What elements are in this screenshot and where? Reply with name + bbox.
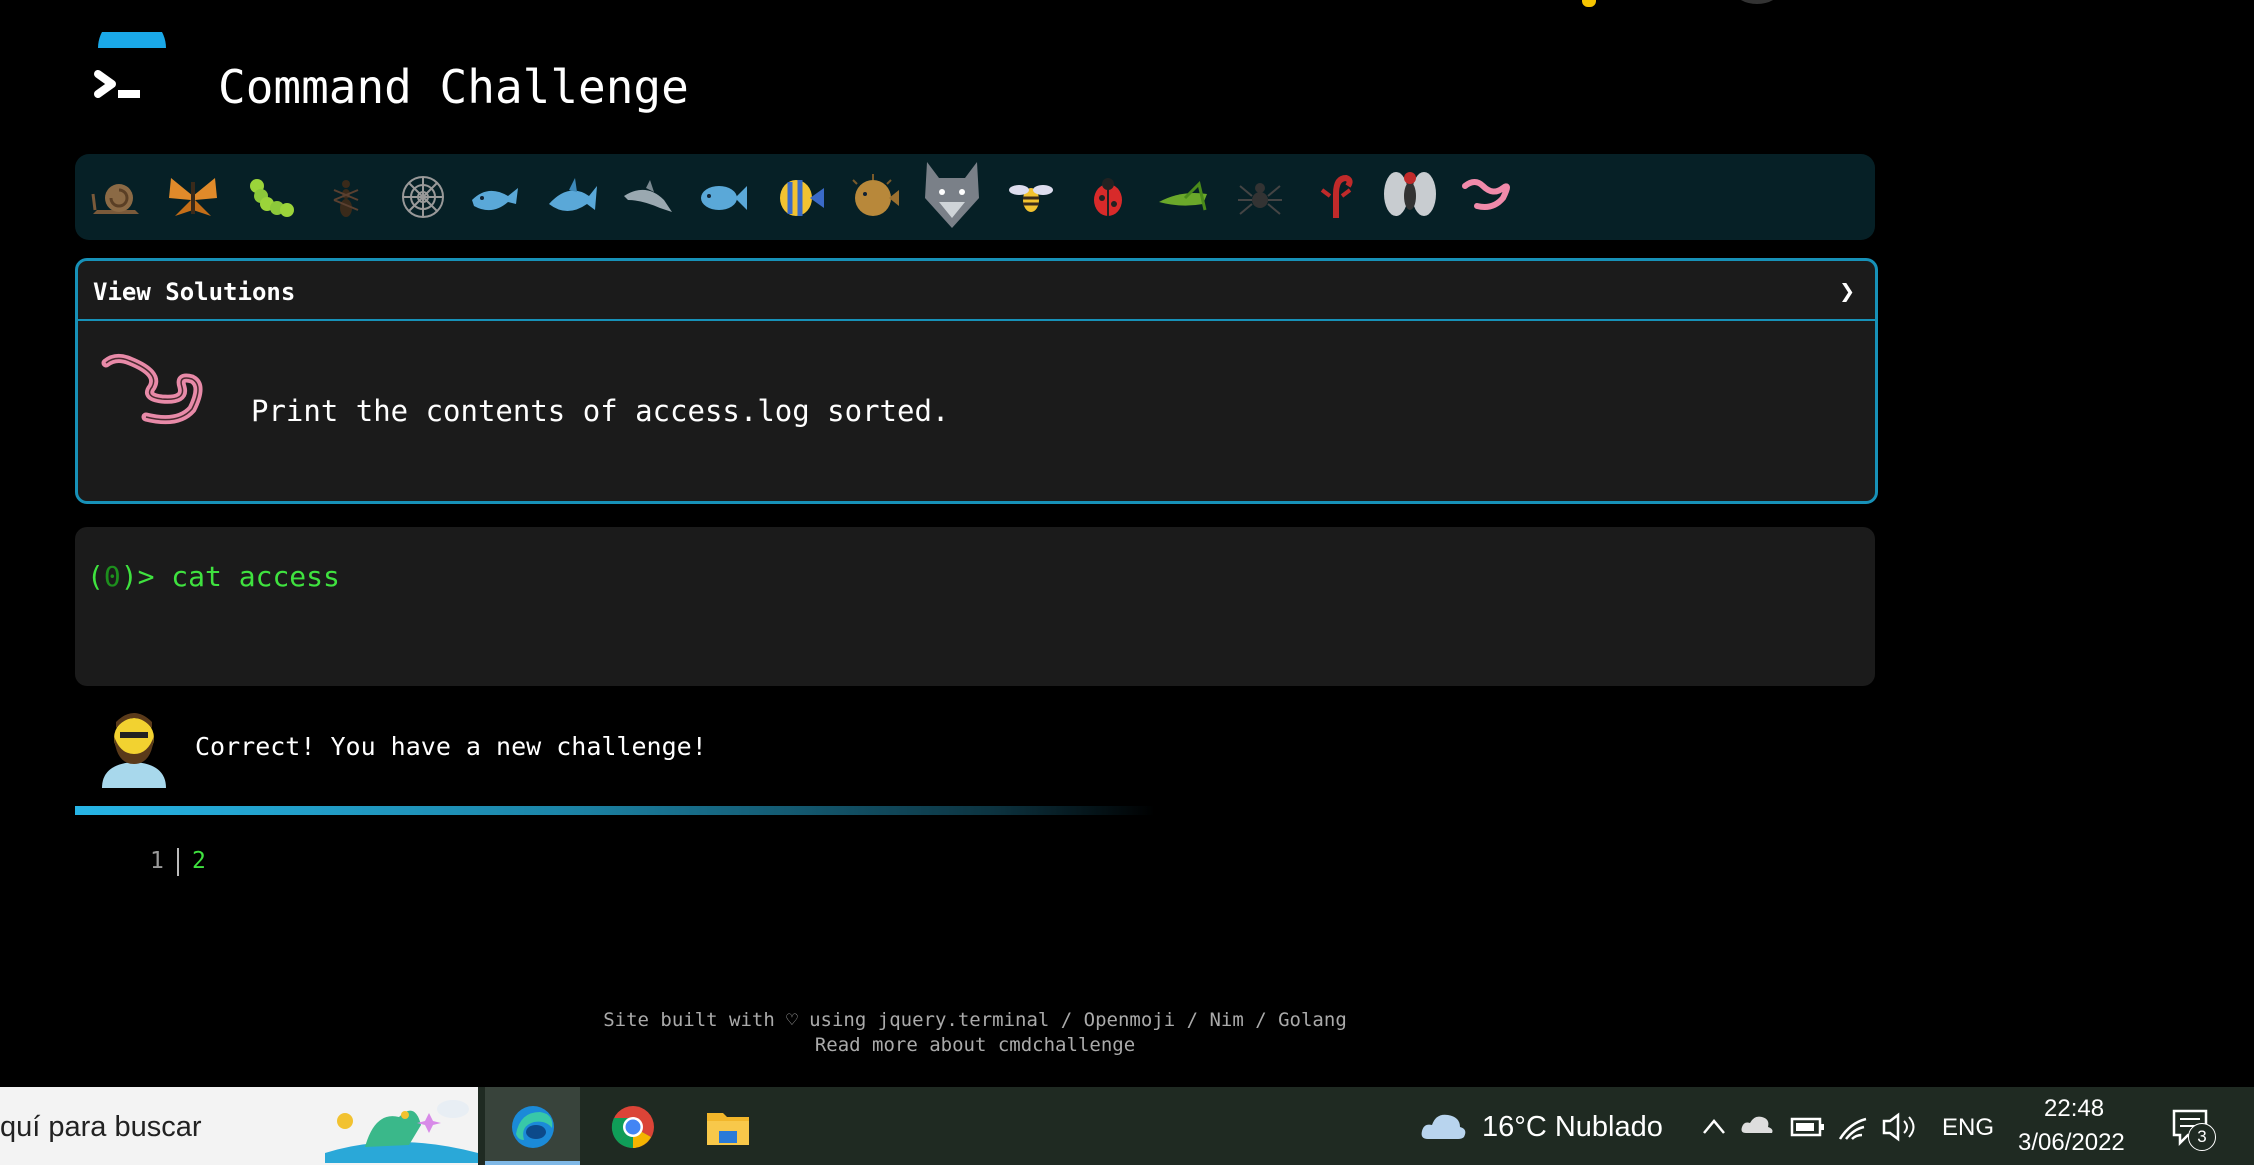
terminal-logo-icon[interactable] <box>90 32 174 114</box>
taskbar-chrome-app[interactable] <box>585 1087 680 1165</box>
top-avatar-fragment <box>1735 0 1779 4</box>
level-separator <box>177 848 179 876</box>
whale-icon[interactable] <box>468 170 524 224</box>
clock-time[interactable]: 22:48 <box>2044 1095 2104 1123</box>
bee-icon[interactable] <box>1003 170 1059 224</box>
weather-text[interactable]: 16°C Nublado <box>1482 1111 1663 1144</box>
taskbar-search-placeholder[interactable]: quí para buscar <box>0 1111 202 1144</box>
taskbar-file-explorer-app[interactable] <box>680 1087 775 1165</box>
folder-icon <box>707 1113 749 1145</box>
chevron-up-icon <box>1703 1119 1725 1134</box>
progress-bar <box>75 806 1155 815</box>
scorpion-icon[interactable] <box>1308 170 1364 224</box>
top-yellow-fragment <box>1582 0 1596 7</box>
feedback-message: Correct! You have a new challenge! <box>195 732 707 761</box>
ant-icon[interactable] <box>318 170 374 224</box>
wolf-icon[interactable] <box>917 158 987 232</box>
grasshopper-icon[interactable] <box>1155 170 1211 224</box>
blowfish-icon[interactable] <box>847 170 903 224</box>
spider-icon[interactable] <box>1232 170 1288 224</box>
onedrive-cloud-icon <box>1741 1116 1773 1133</box>
language-indicator[interactable]: ENG <box>1942 1114 1994 1142</box>
challenge-animal-bar <box>75 154 1875 240</box>
notification-count-badge[interactable]: 3 <box>2188 1123 2216 1151</box>
caterpillar-icon[interactable] <box>243 170 299 224</box>
tropical-fish-icon[interactable] <box>772 170 828 224</box>
terminal[interactable]: (0)> cat access <box>75 527 1875 686</box>
challenge-description: Print the contents of access.log sorted. <box>251 394 950 428</box>
snail-icon[interactable] <box>89 170 145 224</box>
level-current-2[interactable]: 2 <box>192 848 206 874</box>
avatar <box>102 713 166 788</box>
butterfly-icon[interactable] <box>165 170 221 224</box>
wifi-icon <box>1838 1117 1867 1140</box>
ladybug-icon[interactable] <box>1080 170 1136 224</box>
edge-icon <box>512 1106 554 1148</box>
volume-icon <box>1882 1112 1900 1142</box>
footer-credits[interactable]: Site built with ♡ using jquery.terminal … <box>0 1008 1950 1033</box>
worm-icon[interactable] <box>1459 170 1515 224</box>
prompt-line[interactable]: (0)> cat access <box>87 560 340 593</box>
challenge-panel: View Solutions ❯ Print the contents of a… <box>75 258 1878 504</box>
taskbar: quí para buscar 16°C Nublado ENG 22:48 3… <box>0 1087 2254 1165</box>
taskbar-search-box[interactable]: quí para buscar <box>0 1087 478 1165</box>
chrome-icon <box>611 1106 654 1148</box>
shark-icon[interactable] <box>545 170 601 224</box>
fish-icon[interactable] <box>695 170 751 224</box>
fly-icon[interactable] <box>1380 164 1440 226</box>
clock-date[interactable]: 3/06/2022 <box>2018 1129 2125 1157</box>
spider-web-icon[interactable] <box>395 170 451 224</box>
page-title: Command Challenge <box>218 60 689 114</box>
taskbar-edge-app[interactable] <box>485 1087 580 1165</box>
prompt-counter: 0 <box>103 560 121 593</box>
prompt-close: )> <box>120 560 172 593</box>
footer-read-more-link[interactable]: Read more about cmdchallenge <box>0 1033 1950 1058</box>
prompt-open: ( <box>87 560 104 593</box>
worm-icon <box>101 353 203 425</box>
command-input[interactable]: cat access <box>171 560 340 593</box>
chevron-right-icon[interactable]: ❯ <box>1839 277 1855 307</box>
view-solutions-toggle[interactable]: View Solutions ❯ <box>78 261 1875 321</box>
level-link-1[interactable]: 1 <box>150 848 164 874</box>
system-tray[interactable] <box>1700 1105 1920 1145</box>
view-solutions-label: View Solutions <box>93 278 296 306</box>
footer: Site built with ♡ using jquery.terminal … <box>0 1008 1950 1058</box>
dolphin-icon[interactable] <box>620 170 676 224</box>
search-highlight-art-icon[interactable] <box>325 1091 478 1163</box>
cloud-weather-icon[interactable] <box>1418 1105 1468 1145</box>
